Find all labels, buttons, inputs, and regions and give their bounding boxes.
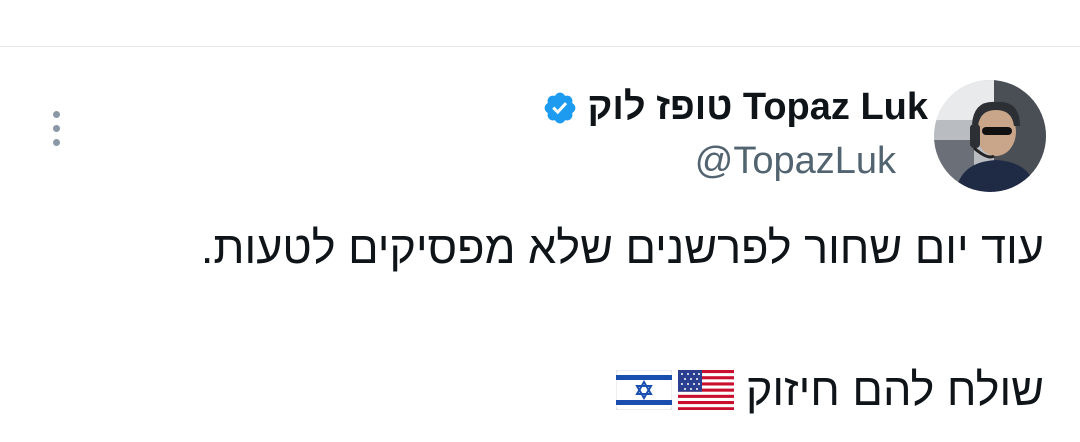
verified-badge-icon <box>544 92 575 123</box>
avatar[interactable] <box>934 80 1046 192</box>
tweet-text-line2-row: שולח להם חיזוק <box>615 360 1044 420</box>
top-divider <box>0 46 1080 47</box>
more-dot-icon <box>52 138 60 146</box>
tweet-text-line1: עוד יום שחור לפרשנים שלא מפסיקים לטעות. <box>200 222 1044 273</box>
more-dot-icon <box>52 110 60 118</box>
israel-flag-icon <box>615 370 672 410</box>
author-handle[interactable]: @TopazLuk <box>695 140 896 183</box>
author-name-row: טופז לוק Topaz Luk <box>542 86 928 129</box>
more-options-button[interactable] <box>36 104 76 152</box>
author-display-name[interactable]: טופז לוק Topaz Luk <box>588 86 928 129</box>
tweet-text-line2: שולח להם חיזוק <box>745 364 1044 415</box>
more-dot-icon <box>52 124 60 132</box>
us-flag-icon <box>677 370 734 410</box>
emoji-group <box>615 370 734 410</box>
